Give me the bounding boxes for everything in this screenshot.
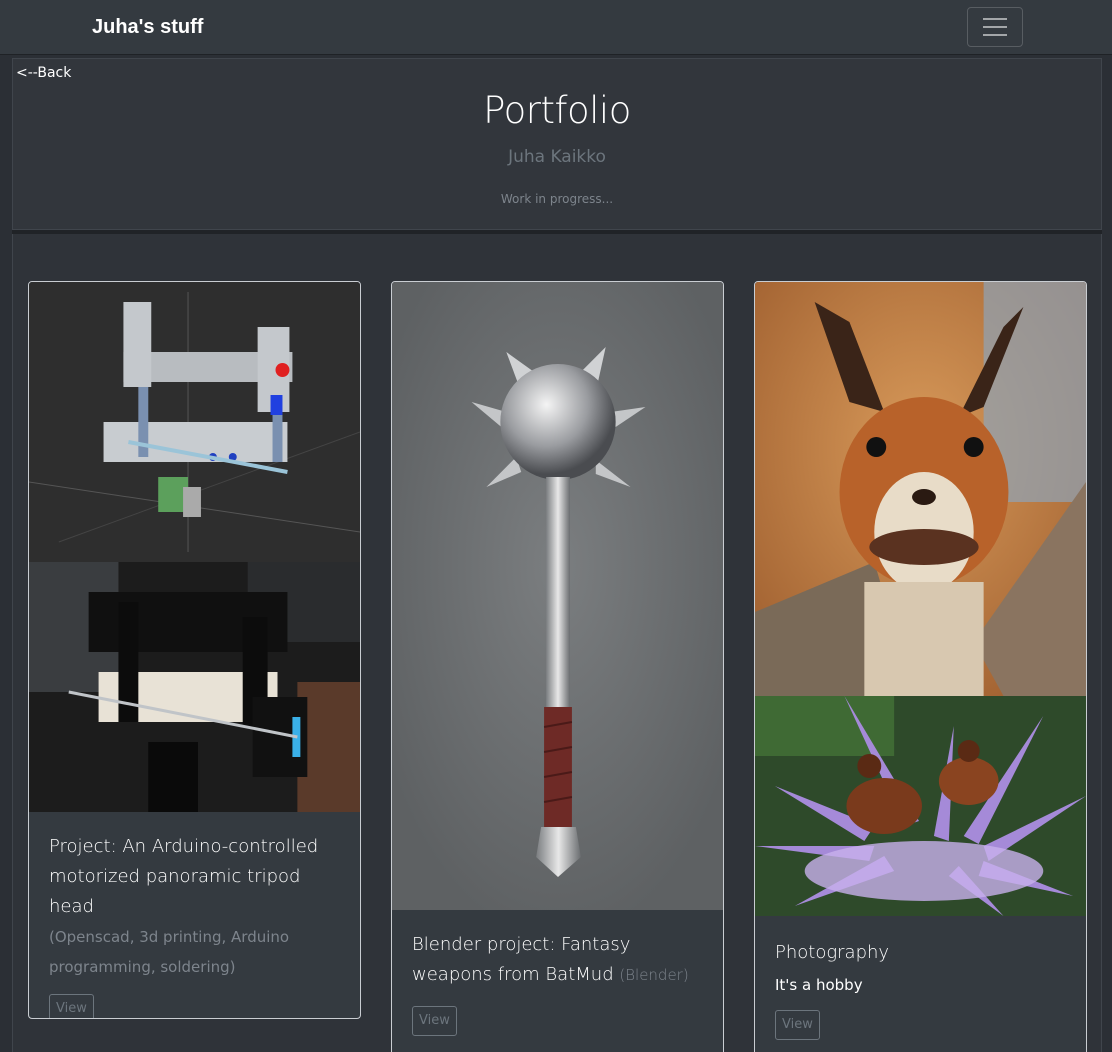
navbar-brand[interactable]: Juha's stuff <box>92 16 203 39</box>
card-title-text: Blender project: Fantasy weapons from Ba… <box>412 934 631 985</box>
mace-render-image <box>392 282 723 910</box>
hamburger-menu-icon <box>983 18 1007 20</box>
card-tags: (Blender) <box>619 966 689 984</box>
navbar: Juha's stuff <box>0 0 1112 55</box>
status-note: Work in progress... <box>500 192 614 206</box>
card-title: Project: An Arduino-controlled motorized… <box>49 836 319 917</box>
view-button-tripod[interactable]: View <box>49 994 94 1018</box>
view-button-blender[interactable]: View <box>412 1006 457 1036</box>
squirrel-photo-image <box>755 282 1086 696</box>
header-jumbotron: <--Back Portfolio Juha Kaikko Work in pr… <box>12 58 1102 230</box>
card-title: Photography <box>775 942 890 963</box>
view-button-photography[interactable]: View <box>775 1010 820 1040</box>
page-subtitle: Juha Kaikko <box>508 147 606 167</box>
card-tags: (Openscad, 3d printing, Arduino programm… <box>49 928 290 976</box>
tripod-photo-image <box>29 562 360 812</box>
back-link[interactable]: <--Back <box>16 65 71 81</box>
navbar-toggle-button[interactable] <box>967 7 1023 47</box>
card-subtitle: It's a hobby <box>775 976 863 994</box>
portfolio-card-tripod: Project: An Arduino-controlled motorized… <box>28 281 361 1019</box>
openscad-render-image <box>29 282 360 562</box>
card-title: Blender project: Fantasy weapons from Ba… <box>412 930 703 990</box>
insects-photo-image <box>755 696 1086 916</box>
page-title: Portfolio <box>483 89 631 132</box>
portfolio-card-blender: Blender project: Fantasy weapons from Ba… <box>391 281 724 1052</box>
portfolio-card-photography: Photography It's a hobby View <box>754 281 1087 1052</box>
